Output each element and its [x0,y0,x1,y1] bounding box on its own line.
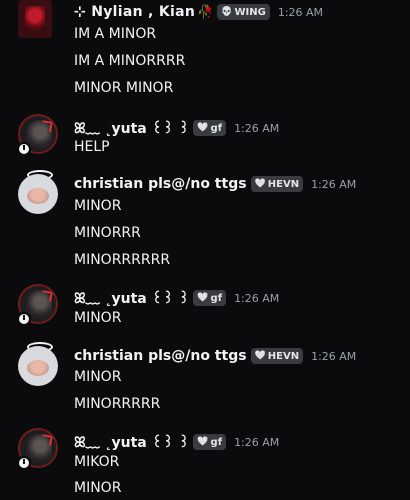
rose-emoji: 🥀 [197,4,214,20]
avatar[interactable] [18,174,58,214]
message-text: MINORRRRR [74,396,161,412]
server-tag[interactable]: 🤍 gf [193,290,227,306]
server-tag-label: HEVN [267,350,300,362]
server-tag[interactable]: 🤍 HEVN [250,176,304,192]
heart-icon: 🤍 [197,437,209,447]
message-text: MINOR MINOR [74,80,174,96]
message-text: MINOR [74,369,122,385]
timestamp: 1:26 AM [234,291,280,305]
message-text: MIKOR [74,454,120,470]
author-name[interactable]: ꕤ﹏ ˛yuta ꒰꒱ ꒱ [74,432,189,452]
status-icon [17,456,31,470]
server-tag[interactable]: 🤍 gf [193,120,227,136]
message-header: ꕤ﹏ ˛yuta ꒰꒱ ꒱ 🤍 gf 1:26 AM [74,288,279,308]
avatar[interactable] [18,346,58,386]
heart-icon: 🤍 [254,351,266,361]
heart-icon: 🤍 [197,293,209,303]
message-text: IM A MINOR [74,26,157,42]
timestamp: 1:26 AM [277,5,324,19]
message-text: HELP [74,139,110,155]
author-name[interactable]: ⊹ Nylian , Kian [74,4,195,20]
author-name[interactable]: ꕤ﹏ ˛yuta ꒰꒱ ꒱ [74,288,189,308]
author-name[interactable]: christian pls@/no ttgs [74,176,247,192]
message-header: christian pls@/no ttgs 🤍 HEVN 1:26 AM [74,348,356,364]
timestamp: 1:26 AM [311,349,357,363]
server-tag[interactable]: 🤍 HEVN [250,348,304,364]
message-header: ꕤ﹏ ˛yuta ꒰꒱ ꒱ 🤍 gf 1:26 AM [74,432,279,452]
heart-icon: 🤍 [254,179,266,189]
server-tag-label: WING [234,6,266,18]
author-name[interactable]: christian pls@/no ttgs [74,348,247,364]
message-text: MINORRR [74,225,141,241]
timestamp: 1:26 AM [234,121,280,135]
avatar[interactable] [18,0,52,38]
server-tag-label: HEVN [267,178,300,190]
skull-icon: 💀 [221,7,233,17]
heart-icon: 🤍 [197,123,209,133]
message-header: ꕤ﹏ ˛yuta ꒰꒱ ꒱ 🤍 gf 1:26 AM [74,118,279,138]
timestamp: 1:26 AM [234,435,280,449]
server-tag-label: gf [210,122,223,134]
timestamp: 1:26 AM [311,177,357,191]
status-icon [17,142,31,156]
status-icon [17,312,31,326]
server-tag[interactable]: 💀 WING [217,4,270,20]
message-text: MINORRRRRR [74,252,171,268]
server-tag-label: gf [210,292,223,304]
message-text: IM A MINORRRR [74,53,186,69]
server-tag-label: gf [210,436,223,448]
message-text: MINOR [74,310,122,326]
author-name[interactable]: ꕤ﹏ ˛yuta ꒰꒱ ꒱ [74,118,189,138]
message-header: christian pls@/no ttgs 🤍 HEVN 1:26 AM [74,176,356,192]
message-text: MINOR [74,198,122,214]
message-header: ⊹ Nylian , Kian 🥀 💀 WING 1:26 AM [74,4,323,20]
server-tag[interactable]: 🤍 gf [193,434,227,450]
message-text: MINOR [74,480,122,496]
